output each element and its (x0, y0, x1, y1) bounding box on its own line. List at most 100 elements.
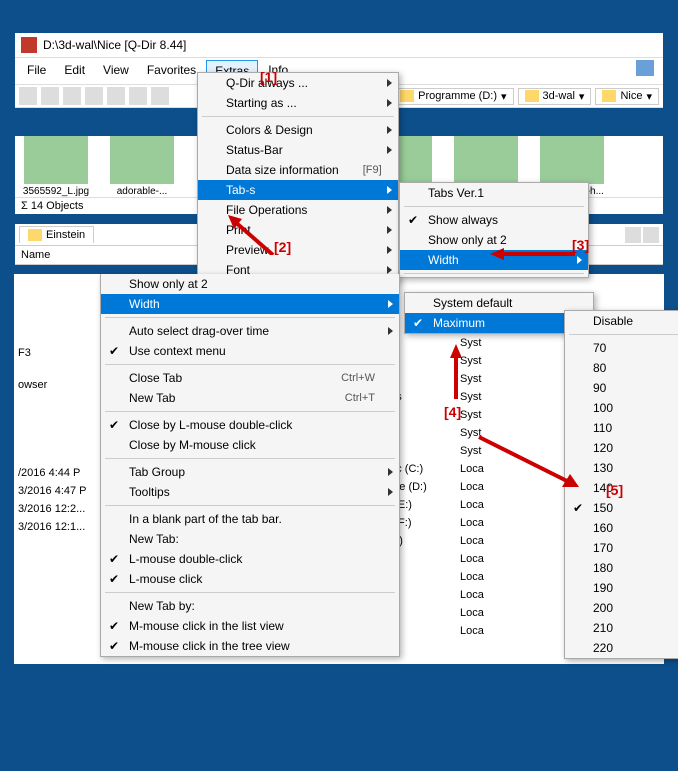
separator (569, 334, 678, 335)
chevron-right-icon (387, 186, 392, 194)
left-fragment: owser (18, 376, 96, 394)
check-icon: ✔ (413, 316, 423, 330)
menu-colors[interactable]: Colors & Design (198, 120, 398, 140)
max-value-80[interactable]: 80 (565, 358, 678, 378)
menu-fileops[interactable]: File Operations (198, 200, 398, 220)
ctx-width[interactable]: Width (101, 294, 399, 314)
chevron-right-icon (387, 99, 392, 107)
lower-left-col: F3 owser /2016 4:44 P 3/2016 4:47 P 3/20… (14, 274, 100, 664)
date-fragment: 3/2016 12:2... (18, 500, 96, 518)
menu-show-only-2[interactable]: Show only at 2 (400, 230, 588, 250)
maximum-submenu: Disable 708090100110120130140✔1501601701… (564, 310, 678, 659)
menu-tabs-ver1[interactable]: Tabs Ver.1 (400, 183, 588, 203)
check-icon: ✔ (109, 344, 119, 358)
check-icon: ✔ (109, 639, 119, 653)
ctx-close-tab[interactable]: Close TabCtrl+W (101, 368, 399, 388)
toolbar-icon[interactable] (107, 87, 125, 105)
thumbnail[interactable]: adorable-... (107, 136, 177, 197)
app-icon (21, 37, 37, 53)
menu-print[interactable]: Print (198, 220, 398, 240)
menu-statusbar[interactable]: Status-Bar (198, 140, 398, 160)
menu-qdir-always[interactable]: Q-Dir always ... (198, 73, 398, 93)
ctx-lmouse-dbl[interactable]: ✔L-mouse double-click (101, 549, 399, 569)
toolbar-icon[interactable] (85, 87, 103, 105)
check-icon: ✔ (109, 552, 119, 566)
max-value-160[interactable]: 160 (565, 518, 678, 538)
context-menu: Show only at 2 Width Auto select drag-ov… (100, 274, 400, 657)
max-value-110[interactable]: 110 (565, 418, 678, 438)
toolbar-icon[interactable] (151, 87, 169, 105)
date-fragment: 3/2016 4:47 P (18, 482, 96, 500)
thumbnail[interactable]: 3565592_L.jpg (21, 136, 91, 197)
tab-close-icon[interactable] (643, 227, 659, 243)
menu-file[interactable]: File (19, 60, 54, 82)
menu-preview[interactable]: Preview (198, 240, 398, 260)
chevron-right-icon (387, 79, 392, 87)
toolbar-icon[interactable] (41, 87, 59, 105)
tab-new-icon[interactable] (625, 227, 641, 243)
tabs-submenu: Tabs Ver.1 ✔Show always Show only at 2 W… (399, 182, 589, 278)
max-value-70[interactable]: 70 (565, 338, 678, 358)
lower-panel: F3 owser /2016 4:44 P 3/2016 4:47 P 3/20… (14, 274, 664, 664)
menu-favorites[interactable]: Favorites (139, 60, 204, 82)
chevron-right-icon (387, 266, 392, 274)
toolbar-icon[interactable] (63, 87, 81, 105)
max-value-140[interactable]: 140 (565, 478, 678, 498)
menu-show-always[interactable]: ✔Show always (400, 210, 588, 230)
breadcrumb-prog[interactable]: Programme (D:) ▾ (393, 88, 513, 105)
globe-icon[interactable] (636, 60, 654, 76)
separator (404, 273, 584, 274)
check-icon: ✔ (109, 572, 119, 586)
ctx-mmouse-list[interactable]: ✔M-mouse click in the list view (101, 616, 399, 636)
ctx-newtab-header: New Tab: (101, 529, 399, 549)
window-title: D:\3d-wal\Nice [Q-Dir 8.44] (43, 38, 186, 52)
max-value-150[interactable]: ✔150 (565, 498, 678, 518)
bg-fragments-right: SystSystSystSystSystSystSystLocaLocaLoca… (460, 334, 520, 640)
separator (105, 458, 395, 459)
ctx-close-lmouse[interactable]: ✔Close by L-mouse double-click (101, 415, 399, 435)
check-icon: ✔ (408, 213, 418, 227)
check-icon: ✔ (109, 418, 119, 432)
max-value-220[interactable]: 220 (565, 638, 678, 658)
chevron-right-icon (387, 226, 392, 234)
ctx-usectx[interactable]: ✔Use context menu (101, 341, 399, 361)
ctx-close-mmouse[interactable]: Close by M-mouse click (101, 435, 399, 455)
max-value-90[interactable]: 90 (565, 378, 678, 398)
ctx-autoselect[interactable]: Auto select drag-over time (101, 321, 399, 341)
check-icon: ✔ (109, 619, 119, 633)
tab-einstein[interactable]: Einstein (19, 226, 94, 243)
toolbar-icon[interactable] (129, 87, 147, 105)
col-name[interactable]: Name (15, 246, 215, 264)
max-value-130[interactable]: 130 (565, 458, 678, 478)
max-value-200[interactable]: 200 (565, 598, 678, 618)
menu-edit[interactable]: Edit (56, 60, 93, 82)
max-disable[interactable]: Disable (565, 311, 678, 331)
f3-label: F3 (18, 344, 96, 362)
ctx-mmouse-tree[interactable]: ✔M-mouse click in the tree view (101, 636, 399, 656)
ctx-tab-group[interactable]: Tab Group (101, 462, 399, 482)
max-value-210[interactable]: 210 (565, 618, 678, 638)
separator (202, 116, 394, 117)
breadcrumb-nice[interactable]: Nice ▾ (595, 88, 659, 105)
menu-view[interactable]: View (95, 60, 137, 82)
max-value-190[interactable]: 190 (565, 578, 678, 598)
ctx-new-tab[interactable]: New TabCtrl+T (101, 388, 399, 408)
ctx-tooltips[interactable]: Tooltips (101, 482, 399, 502)
folder-icon (602, 90, 616, 102)
breadcrumb-3dwal[interactable]: 3d-wal ▾ (518, 88, 592, 105)
toolbar-icon[interactable] (19, 87, 37, 105)
menu-datasize[interactable]: Data size information[F9] (198, 160, 398, 180)
max-value-100[interactable]: 100 (565, 398, 678, 418)
menu-width[interactable]: Width (400, 250, 588, 270)
ctx-lmouse-click[interactable]: ✔L-mouse click (101, 569, 399, 589)
chevron-right-icon (388, 327, 393, 335)
max-value-120[interactable]: 120 (565, 438, 678, 458)
menu-tabs[interactable]: Tab-s (198, 180, 398, 200)
ctx-show-only-2[interactable]: Show only at 2 (101, 274, 399, 294)
max-value-170[interactable]: 170 (565, 538, 678, 558)
ctx-blank-header: In a blank part of the tab bar. (101, 509, 399, 529)
max-value-180[interactable]: 180 (565, 558, 678, 578)
menu-starting-as[interactable]: Starting as ... (198, 93, 398, 113)
chevron-right-icon (388, 468, 393, 476)
chevron-right-icon (388, 488, 393, 496)
